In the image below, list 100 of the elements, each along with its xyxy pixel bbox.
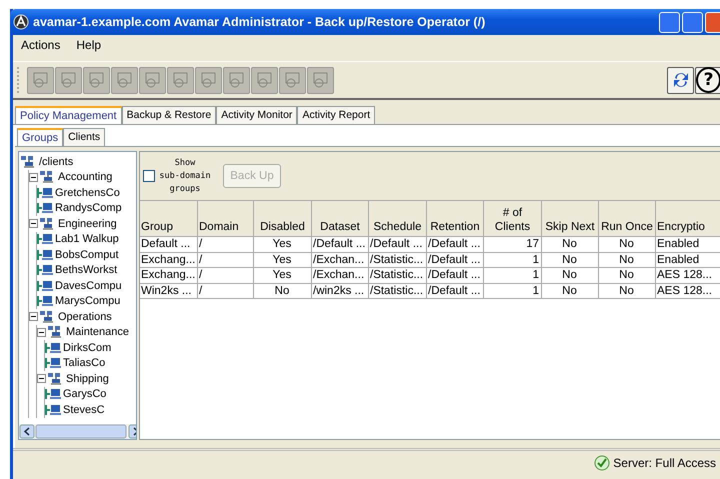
tree-client-label[interactable]: DavesCompu: [55, 280, 122, 292]
tree-group-label[interactable]: Accounting: [58, 171, 112, 184]
collapse-icon[interactable]: [29, 172, 38, 182]
table-cell: No: [599, 284, 656, 299]
collapse-icon[interactable]: [29, 219, 38, 228]
group-icon: [40, 171, 56, 184]
group-icon: [21, 156, 37, 168]
table-cell: /Statistic...: [369, 284, 427, 299]
app-logo-icon: [13, 14, 29, 30]
table-cell: AES 128...: [656, 268, 720, 284]
table-cell: /Default ...: [369, 237, 427, 252]
check-icon: [594, 455, 610, 471]
table-cell: No: [542, 252, 599, 268]
column-header[interactable]: Skip Next: [542, 200, 599, 237]
tree-client-label[interactable]: BethsWorkst: [55, 264, 118, 276]
table-cell: /: [198, 268, 254, 284]
tab[interactable]: Backup & Restore: [122, 106, 216, 124]
tree-client-label[interactable]: BobsComput: [55, 248, 119, 261]
checkbox-label: Show sub-domain groups: [158, 156, 212, 196]
table-cell: No: [599, 237, 656, 252]
table-cell: /Default ...: [427, 284, 484, 299]
computer-icon: [37, 264, 53, 276]
table-cell: No: [599, 268, 656, 284]
table-cell: No: [542, 237, 599, 252]
column-header[interactable]: Retention: [427, 200, 484, 237]
collapse-icon[interactable]: [37, 374, 46, 384]
minimize-button[interactable]: [659, 12, 680, 32]
toolbar-button[interactable]: ?: [695, 66, 720, 94]
tree-group-label[interactable]: /clients: [39, 156, 74, 168]
column-header[interactable]: Encryptio: [656, 200, 720, 237]
computer-icon: [37, 295, 53, 308]
table-cell: No: [542, 268, 599, 284]
computer-icon: [37, 233, 53, 246]
tree-client-label[interactable]: GarysCo: [63, 388, 106, 400]
computer-icon: [37, 186, 53, 199]
tab[interactable]: Groups: [17, 128, 64, 146]
toolbar-tool-icon: [170, 70, 190, 90]
table-cell: /: [198, 284, 254, 299]
table-cell: 17: [484, 237, 542, 252]
table-cell: No: [542, 284, 599, 299]
toolbar-tool-icon: [58, 70, 78, 90]
status-text: Server: Full Access: [613, 456, 716, 470]
table-cell: Win2ks ...: [140, 284, 198, 299]
tree-client-label[interactable]: TaliasCo: [63, 357, 106, 370]
group-icon: [40, 218, 56, 230]
maximize-button[interactable]: [682, 12, 703, 32]
table-cell: /Default ...: [427, 268, 484, 284]
table-cell: Yes: [254, 252, 312, 268]
tree-group-label[interactable]: Maintenance: [66, 326, 129, 338]
computer-icon: [45, 388, 61, 400]
table-cell: /Statistic...: [369, 268, 427, 284]
column-header[interactable]: Schedule: [369, 200, 427, 237]
column-header[interactable]: Domain: [198, 200, 254, 237]
computer-icon: [37, 248, 53, 261]
toolbar-tool-icon: [198, 70, 218, 90]
tab[interactable]: Policy Management: [15, 106, 122, 124]
table-cell: /Default ...: [427, 237, 484, 252]
table-cell: Exchang...: [140, 268, 198, 284]
table-cell: 1: [484, 284, 542, 299]
table-cell: Yes: [254, 268, 312, 284]
computer-icon: [45, 404, 61, 416]
tab[interactable]: Activity Report: [297, 106, 376, 124]
computer-icon: [45, 357, 61, 370]
collapse-icon[interactable]: [29, 312, 38, 322]
menu-item[interactable]: Actions: [16, 38, 66, 52]
checkbox[interactable]: [143, 170, 155, 182]
table-cell: No: [254, 284, 312, 299]
computer-icon: [37, 280, 53, 292]
tab[interactable]: Activity Monitor: [216, 106, 298, 124]
toolbar-tool-icon: [282, 70, 302, 90]
column-header[interactable]: # of Clients: [484, 200, 542, 237]
tree-group-label[interactable]: Shipping: [66, 372, 109, 385]
column-header[interactable]: Disabled: [254, 200, 312, 237]
toolbar-tool-icon: [310, 70, 330, 90]
tree-client-label[interactable]: Lab1 Walkup: [55, 233, 119, 246]
column-header[interactable]: Dataset: [312, 200, 369, 237]
table-cell: No: [599, 252, 656, 268]
tree-client-label[interactable]: RandysComp: [55, 202, 122, 214]
refresh-icon: [672, 70, 690, 90]
toolbar-button[interactable]: [667, 66, 694, 94]
tree-client-label[interactable]: GretchensCo: [55, 186, 120, 199]
column-header[interactable]: Group: [140, 200, 198, 237]
table-cell: Enabled: [656, 252, 720, 268]
horizontal-scrollbar[interactable]: [19, 424, 136, 439]
collapse-icon[interactable]: [37, 328, 46, 337]
tree-client-label[interactable]: DirksCom: [63, 342, 112, 354]
menu-item[interactable]: Help: [71, 38, 106, 52]
close-button[interactable]: [705, 12, 720, 32]
computer-icon: [45, 342, 61, 354]
tree-group-label[interactable]: Engineering: [58, 218, 117, 230]
table-cell: /Exchan...: [312, 252, 369, 268]
tree-client-label[interactable]: MarysCompu: [55, 295, 120, 308]
table-cell: /: [198, 252, 254, 268]
tree-client-label[interactable]: StevesC: [63, 404, 105, 416]
table-cell: AES 128...: [656, 284, 720, 299]
tree-group-label[interactable]: Operations: [58, 310, 112, 323]
tab[interactable]: Clients: [63, 128, 106, 146]
column-header[interactable]: Run Once: [599, 200, 656, 237]
table-cell: /: [198, 237, 254, 252]
table-cell: Exchang...: [140, 252, 198, 268]
